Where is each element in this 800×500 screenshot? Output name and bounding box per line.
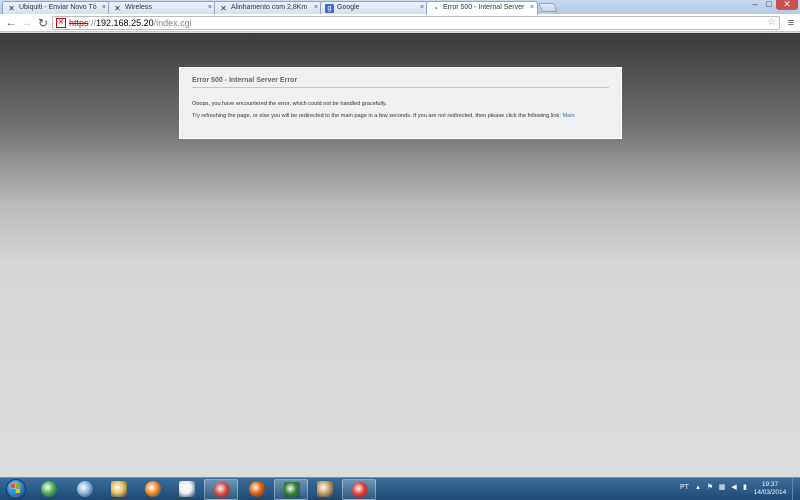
error-redirect-message: Try refreshing the page, or else you wil… bbox=[192, 113, 609, 120]
tray-chevron-icon[interactable]: ▴ bbox=[694, 484, 702, 492]
language-indicator[interactable]: PT bbox=[680, 484, 689, 491]
ubiquiti-icon: ✕ bbox=[220, 4, 227, 13]
redirect-text: Try refreshing the page, or else you wil… bbox=[192, 113, 561, 119]
power-icon[interactable]: ▮ bbox=[741, 484, 749, 492]
address-bar[interactable]: ✕ https://192.168.25.20/index.cgi ☆ bbox=[52, 16, 780, 30]
clock-date: 14/03/2014 bbox=[753, 489, 787, 496]
tab-title: Wireless bbox=[125, 4, 152, 11]
taskbar-sync-app-button[interactable] bbox=[342, 479, 376, 500]
taskbar-media-player-button[interactable] bbox=[136, 479, 170, 500]
taskbar-winbox-icon bbox=[284, 482, 300, 498]
taskbar-chrome-canary-icon bbox=[41, 481, 57, 497]
taskbar-media-player-icon bbox=[145, 481, 161, 497]
tab-strip: ✕ Ubiquiti - Enviar Novo Tó × ✕ Wireless… bbox=[0, 0, 800, 15]
menu-button[interactable]: ≡ bbox=[784, 16, 798, 30]
ubiquiti-icon: ✕ bbox=[8, 4, 15, 13]
start-button[interactable] bbox=[1, 478, 31, 500]
taskbar-app-circle-button[interactable] bbox=[68, 479, 102, 500]
tab-wireless[interactable]: ✕ Wireless × bbox=[108, 1, 216, 14]
taskbar-chrome-button[interactable] bbox=[204, 479, 238, 500]
taskbar-explorer-button[interactable] bbox=[102, 479, 136, 500]
taskbar-sync-app-icon bbox=[352, 482, 368, 498]
tab-google[interactable]: g Google × bbox=[320, 1, 428, 14]
taskbar-game-button[interactable] bbox=[308, 479, 342, 500]
error-dialog: Error 500 - Internal Server Error Ooops,… bbox=[179, 67, 622, 139]
close-icon[interactable]: × bbox=[420, 2, 424, 13]
close-icon[interactable]: × bbox=[530, 2, 534, 13]
main-link[interactable]: Main bbox=[562, 113, 574, 119]
tab-title: Ubiquiti - Enviar Novo Tó bbox=[19, 4, 97, 11]
close-icon[interactable]: × bbox=[208, 2, 212, 13]
windows-taskbar: PT ▴ ⚑ ▦ ◀ ▮ 19:37 14/03/2014 bbox=[0, 477, 800, 500]
reload-button[interactable]: ↻ bbox=[36, 16, 50, 30]
url-separator: :// bbox=[88, 18, 97, 28]
taskbar-chrome-canary-button[interactable] bbox=[32, 479, 66, 500]
taskbar-chrome-icon bbox=[214, 482, 230, 498]
minimize-button[interactable]: – bbox=[748, 0, 762, 10]
google-icon: g bbox=[325, 4, 334, 13]
url-scheme: https bbox=[69, 18, 89, 28]
back-button[interactable]: ← bbox=[4, 16, 18, 30]
taskbar-app-circle-icon bbox=[77, 481, 93, 497]
page-viewport: Error 500 - Internal Server Error Ooops,… bbox=[0, 33, 800, 477]
action-center-flag-icon[interactable]: ⚑ bbox=[706, 484, 714, 492]
tab-title: Alinhamento com 2,8Km bbox=[231, 4, 308, 11]
taskbar-firefox-button[interactable] bbox=[240, 479, 274, 500]
taskbar-firefox-icon bbox=[249, 481, 265, 497]
tab-error-500[interactable]: ◔ Error 500 - Internal Server × bbox=[426, 1, 538, 15]
network-icon[interactable]: ▦ bbox=[718, 484, 726, 492]
clock-time: 19:37 bbox=[761, 481, 779, 488]
taskbar-winbox-button[interactable] bbox=[274, 479, 308, 500]
browser-toolbar: ← → ↻ ✕ https://192.168.25.20/index.cgi … bbox=[0, 14, 800, 32]
show-desktop-button[interactable] bbox=[792, 478, 800, 500]
system-clock[interactable]: 19:37 14/03/2014 bbox=[752, 481, 788, 497]
volume-icon[interactable]: ◀ bbox=[730, 484, 738, 492]
url-path: /index.cgi bbox=[153, 18, 192, 28]
feed-icon: ◔ bbox=[433, 4, 438, 13]
forward-button[interactable]: → bbox=[20, 16, 34, 30]
bookmark-star-icon[interactable]: ☆ bbox=[767, 17, 776, 29]
error-message: Ooops, you have encountered the error, w… bbox=[192, 101, 387, 107]
url-host: 192.168.25.20 bbox=[96, 18, 154, 28]
tab-title: Google bbox=[337, 4, 360, 11]
close-icon[interactable]: × bbox=[102, 2, 106, 13]
taskbar-explorer-icon bbox=[111, 481, 127, 497]
new-tab-button[interactable] bbox=[538, 3, 558, 12]
broken-lock-icon[interactable]: ✕ bbox=[56, 18, 66, 28]
maximize-button[interactable]: □ bbox=[762, 0, 776, 10]
taskbar-ghost-app-icon bbox=[179, 481, 195, 497]
tab-title: Error 500 - Internal Server bbox=[443, 4, 525, 11]
tab-ubiquiti-forum[interactable]: ✕ Ubiquiti - Enviar Novo Tó × bbox=[2, 1, 110, 14]
taskbar-ghost-app-button[interactable] bbox=[170, 479, 204, 500]
error-title: Error 500 - Internal Server Error bbox=[192, 77, 609, 88]
tab-alinhamento[interactable]: ✕ Alinhamento com 2,8Km × bbox=[214, 1, 322, 14]
close-window-button[interactable]: ✕ bbox=[776, 0, 798, 10]
taskbar-game-icon bbox=[317, 481, 333, 497]
ubiquiti-icon: ✕ bbox=[114, 4, 121, 13]
close-icon[interactable]: × bbox=[314, 2, 318, 13]
windows-flag-icon bbox=[11, 484, 21, 494]
